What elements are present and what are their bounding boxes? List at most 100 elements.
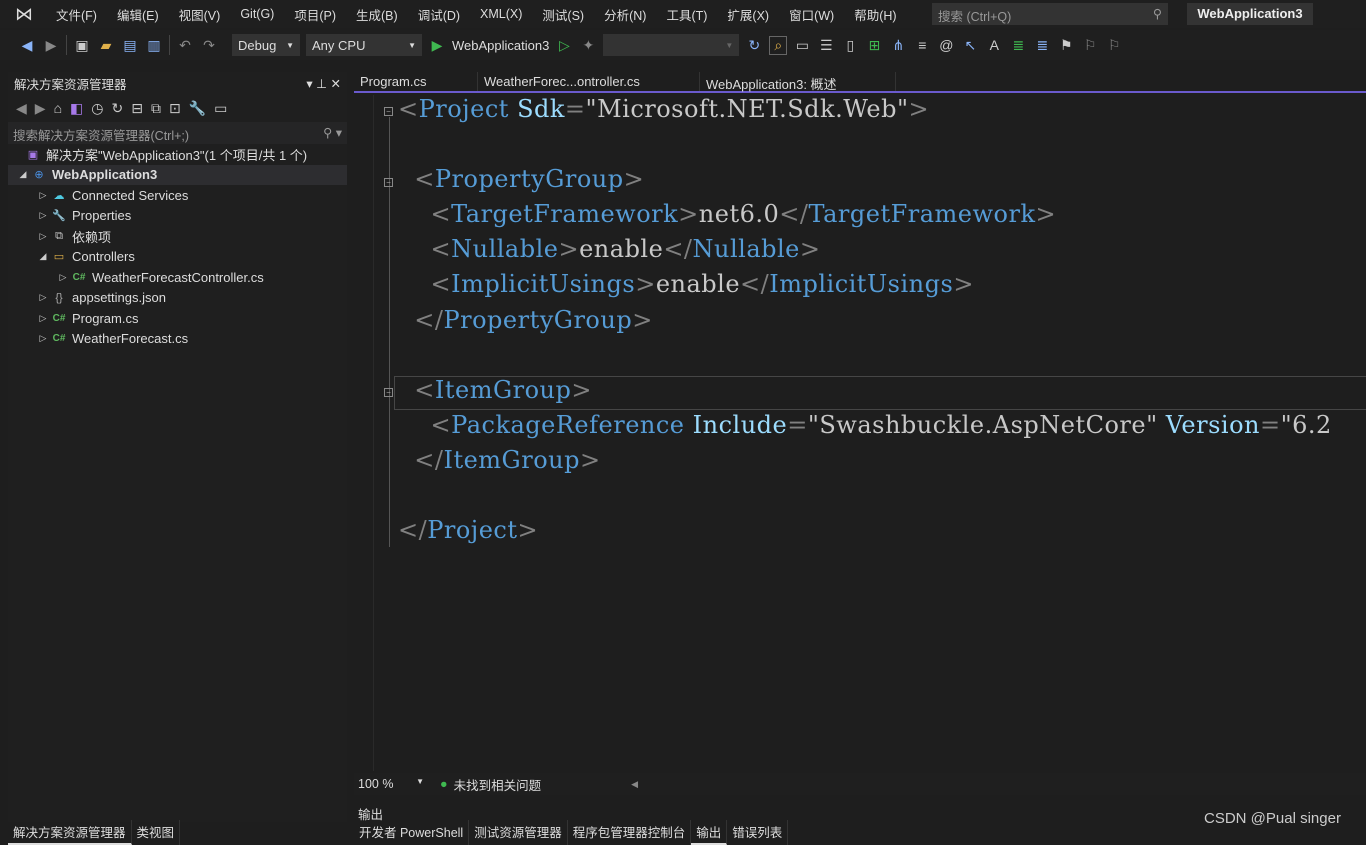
tab-package-manager-console[interactable]: 程序包管理器控制台 xyxy=(568,820,692,845)
menu-help[interactable]: 帮助(H) xyxy=(844,5,906,24)
refresh-icon[interactable]: ↻ xyxy=(745,37,763,54)
run-without-debug-icon[interactable]: ▷ xyxy=(555,37,573,54)
menu-analyze[interactable]: 分析(N) xyxy=(594,5,656,24)
collapse-icon[interactable]: − xyxy=(384,107,393,116)
forward-icon[interactable]: ▶ xyxy=(42,37,60,54)
tab-weatherforecast-controller[interactable]: WeatherForec...ontroller.cs xyxy=(478,72,700,91)
menu-xml[interactable]: XML(X) xyxy=(470,7,532,21)
tree-item[interactable]: ▷ C# WeatherForecastController.cs xyxy=(8,267,347,288)
tab-solution-explorer[interactable]: 解决方案资源管理器 xyxy=(8,820,132,845)
tab-program-cs[interactable]: Program.cs xyxy=(354,72,478,91)
collapsed-arrow-icon[interactable]: ▷ xyxy=(36,292,50,303)
cursor-icon[interactable]: ↖ xyxy=(961,37,979,54)
menu-window[interactable]: 窗口(W) xyxy=(779,5,844,24)
menu-debug[interactable]: 调试(D) xyxy=(408,5,470,24)
collapsed-arrow-icon[interactable]: ▷ xyxy=(56,272,70,283)
tab-webapplication3-overview[interactable]: WebApplication3: 概述 xyxy=(700,72,896,92)
redo-icon[interactable]: ↷ xyxy=(200,37,218,54)
collapsed-arrow-icon[interactable]: ▷ xyxy=(36,313,50,324)
show-all-files-icon[interactable]: ⊡ xyxy=(169,100,181,117)
back-icon[interactable]: ◀ xyxy=(18,37,36,54)
tree-item[interactable]: ▷ 🔧 Properties xyxy=(8,206,347,227)
close-icon[interactable]: ✕ xyxy=(331,77,341,91)
tab-class-view[interactable]: 类视图 xyxy=(132,820,181,845)
properties-icon[interactable]: 🔧 xyxy=(189,100,206,117)
collapse-icon[interactable]: − xyxy=(384,178,393,187)
solution-explorer-icon[interactable]: ⌕ xyxy=(769,35,788,55)
sync-icon[interactable]: ↻ xyxy=(111,100,123,117)
rename-icon[interactable]: A xyxy=(985,37,1003,53)
bookmark-next-icon[interactable]: ⚐ xyxy=(1105,37,1123,54)
tree-project[interactable]: ◢ ⊕ WebApplication3 xyxy=(8,164,347,185)
collapsed-arrow-icon[interactable]: ▷ xyxy=(36,210,50,221)
collapsed-arrow-icon[interactable]: ▷ xyxy=(36,190,50,201)
code-line: </ItemGroup> xyxy=(414,446,601,474)
play-icon[interactable]: ▶ xyxy=(428,37,446,54)
menu-build[interactable]: 生成(B) xyxy=(346,5,408,24)
collapse-icon[interactable]: − xyxy=(384,388,393,397)
at-icon[interactable]: @ xyxy=(937,37,955,53)
tree-solution[interactable]: ▣ 解决方案"WebApplication3"(1 个项目/共 1 个) xyxy=(8,144,347,165)
tab-developer-powershell[interactable]: 开发者 PowerShell xyxy=(354,820,470,845)
uncomment-icon[interactable]: ≣ xyxy=(1033,37,1051,54)
tree-item[interactable]: ▷ {} appsettings.json xyxy=(8,288,347,309)
preview-icon[interactable]: ▭ xyxy=(214,100,227,117)
config-dropdown[interactable]: Debug ▼ xyxy=(232,34,300,56)
bookmark-prev-icon[interactable]: ⚐ xyxy=(1081,37,1099,54)
open-folder-icon[interactable]: ▰ xyxy=(97,37,115,54)
tree-item[interactable]: ▷ ☁ Connected Services xyxy=(8,185,347,206)
undo-icon[interactable]: ↶ xyxy=(176,37,194,54)
expanded-arrow-icon[interactable]: ◢ xyxy=(16,169,30,180)
home-icon[interactable]: ⌂ xyxy=(54,100,62,116)
code-editor[interactable]: − − − <Project Sdk="Microsoft.NET.Sdk.We… xyxy=(354,95,1366,771)
menu-file[interactable]: 文件(F) xyxy=(46,5,107,24)
bookmark-icon[interactable]: ⚑ xyxy=(1057,37,1075,54)
diagram-icon[interactable]: ⊞ xyxy=(865,37,883,54)
hierarchy-icon[interactable]: ⋔ xyxy=(889,37,907,54)
zoom-dropdown[interactable]: 100 % ▼ xyxy=(354,777,424,791)
save-all-icon[interactable]: ▥ xyxy=(145,37,163,54)
tab-output[interactable]: 输出 xyxy=(691,820,728,845)
pending-changes-icon[interactable]: ◷ xyxy=(91,100,103,117)
list-icon[interactable]: ☰ xyxy=(817,37,835,54)
menu-git[interactable]: Git(G) xyxy=(230,7,284,21)
menu-view[interactable]: 视图(V) xyxy=(169,5,231,24)
menu-edit[interactable]: 编辑(E) xyxy=(107,5,169,24)
tab-test-explorer[interactable]: 测试资源管理器 xyxy=(469,820,568,845)
solution-explorer-header: 解决方案资源管理器 ▾ ⊥ ✕ xyxy=(8,72,347,94)
empty-dropdown[interactable]: ▼ xyxy=(603,34,740,56)
back-icon[interactable]: ◀ xyxy=(16,100,27,117)
tree-item[interactable]: ▷ ⧉ 依赖项 xyxy=(8,226,347,247)
menu-tools[interactable]: 工具(T) xyxy=(656,5,717,24)
window-layout-icon[interactable]: ▭ xyxy=(793,37,811,54)
search-box[interactable]: 搜索 (Ctrl+Q) ⚲ xyxy=(932,3,1168,25)
run-target-button[interactable]: WebApplication3 xyxy=(452,38,549,53)
comment-icon[interactable]: ≣ xyxy=(1009,37,1027,54)
menu-extensions[interactable]: 扩展(X) xyxy=(717,5,779,24)
pin-icon[interactable]: ⊥ xyxy=(316,77,327,91)
expanded-arrow-icon[interactable]: ◢ xyxy=(36,251,50,262)
dropdown-icon[interactable]: ▾ xyxy=(306,77,312,91)
tree-item[interactable]: ◢ ▭ Controllers xyxy=(8,247,347,268)
format-icon[interactable]: ≡ xyxy=(913,37,931,53)
menu-project[interactable]: 项目(P) xyxy=(284,5,346,24)
document-icon[interactable]: ▯ xyxy=(841,37,859,54)
new-project-icon[interactable]: ▣ xyxy=(73,37,91,54)
tab-error-list[interactable]: 错误列表 xyxy=(727,820,789,845)
platform-value: Any CPU xyxy=(312,37,366,53)
solution-search-input[interactable]: 搜索解决方案资源管理器(Ctrl+;) ⚲ ▾ xyxy=(8,122,347,144)
collapsed-arrow-icon[interactable]: ▷ xyxy=(36,333,50,344)
platform-dropdown[interactable]: Any CPU ▼ xyxy=(306,34,422,56)
copy-icon[interactable]: ⧉ xyxy=(151,100,161,117)
save-icon[interactable]: ▤ xyxy=(121,37,139,54)
issues-status[interactable]: 未找到相关问题 xyxy=(454,775,542,794)
collapsed-arrow-icon[interactable]: ▷ xyxy=(36,231,50,242)
scroll-left-icon[interactable]: ◀ xyxy=(631,779,638,790)
forward-icon[interactable]: ▶ xyxy=(35,100,46,117)
tree-item[interactable]: ▷ C# WeatherForecast.cs xyxy=(8,329,347,350)
menu-test[interactable]: 测试(S) xyxy=(532,5,594,24)
tree-item[interactable]: ▷ C# Program.cs xyxy=(8,308,347,329)
collapse-all-icon[interactable]: ⊟ xyxy=(131,100,143,117)
switch-view-icon[interactable]: ◧ xyxy=(70,100,83,117)
hot-reload-icon[interactable]: ✦ xyxy=(579,37,597,54)
